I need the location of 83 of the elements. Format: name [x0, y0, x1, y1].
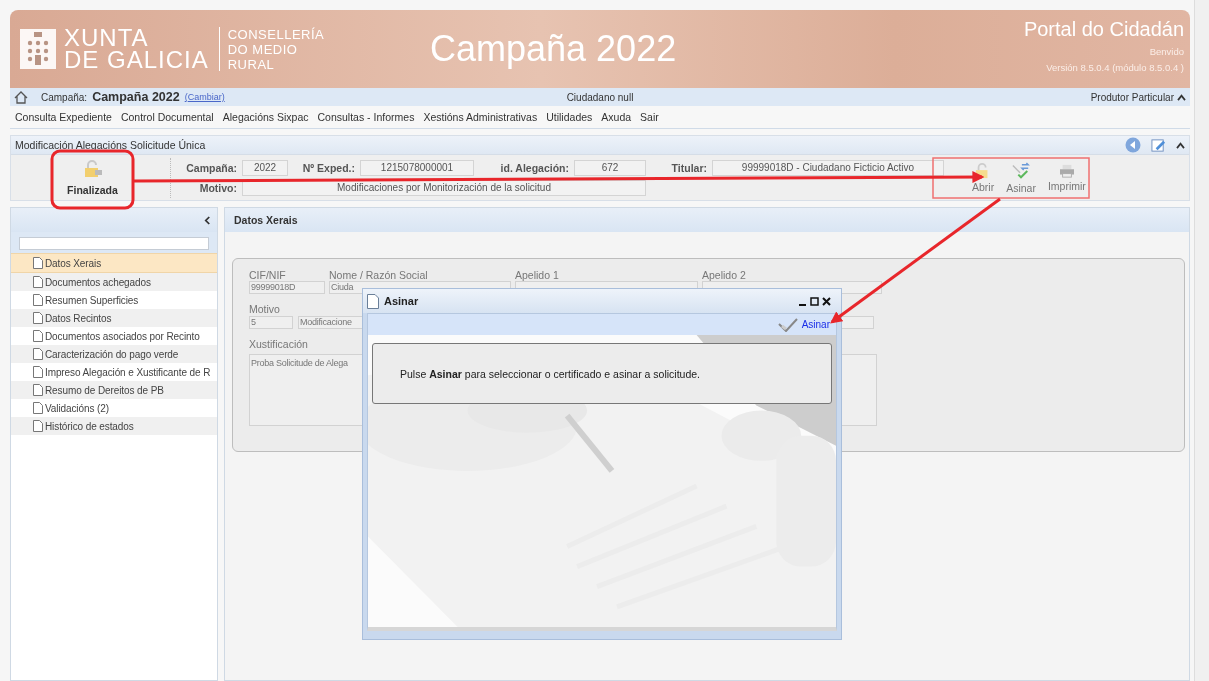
sidebar-item[interactable]: Resumen Superficies	[11, 291, 217, 309]
collapse-icon[interactable]	[204, 215, 211, 225]
maximize-icon[interactable]	[810, 296, 819, 306]
read-only-field: 99999018D - Ciudadano Ficticio Activo	[712, 159, 944, 176]
chevron-up-icon[interactable]	[1176, 141, 1185, 149]
sidebar-item[interactable]: Datos Xerais	[11, 253, 217, 273]
field-label: Motivo	[249, 303, 281, 315]
read-only-field: 1215078000001	[360, 159, 474, 176]
sidebar-item[interactable]: Documentos asociados por Recinto	[11, 327, 217, 345]
read-only-field: 672	[574, 159, 646, 176]
document-icon	[33, 330, 43, 342]
instruction-text: Pulse Asinar para seleccionar o certificado e asinar a solicitude.	[400, 367, 700, 380]
field-label: Apelido 2	[702, 269, 747, 281]
organization-name: XUNTA	[64, 27, 150, 49]
sidebar-item[interactable]: Resumo de Dereitos de PB	[11, 381, 217, 399]
department-name: DO MEDIO	[227, 41, 299, 57]
document-icon	[367, 293, 379, 309]
chevron-up-icon[interactable]	[1177, 93, 1186, 101]
version-text: Versión 8.5.0.4 (módulo 8.5.0.4 )	[1046, 62, 1184, 73]
department-name: CONSELLERÍA	[227, 26, 325, 42]
crest-icon	[20, 29, 56, 69]
change-link[interactable]: (Cambiar)	[184, 92, 225, 102]
field-label: Nome / Razón Social	[329, 269, 429, 281]
document-icon	[33, 348, 43, 360]
search-field[interactable]	[19, 237, 209, 250]
profile-name: Produtor Particular	[1090, 91, 1174, 103]
menu-item[interactable]: Xestións Administrativas	[423, 111, 538, 123]
menu-item[interactable]: Axuda	[601, 111, 632, 123]
signing-icon	[1011, 161, 1032, 180]
action-button[interactable]: Imprimir	[1045, 163, 1088, 192]
menu-item[interactable]: Consulta Expediente	[15, 111, 112, 123]
field-label: id. Alegación:	[499, 161, 569, 174]
campaign-value: Campaña 2022	[92, 90, 180, 104]
department-name: RURAL	[227, 56, 276, 72]
document-icon	[33, 384, 43, 396]
action-button[interactable]: Asinar	[1004, 161, 1038, 194]
sidebar-item[interactable]: Histórico de estados	[11, 417, 217, 435]
sidebar-item[interactable]: Impreso Alegación e Xustificante de R	[11, 363, 217, 381]
field-label: Motivo:	[198, 181, 237, 194]
sign-link[interactable]: Asinar	[801, 319, 830, 330]
sidebar-item[interactable]: Caracterización do pago verde	[11, 345, 217, 363]
portal-title: Portal do Cidadán	[1023, 18, 1184, 41]
action-button[interactable]: Abrir	[970, 162, 997, 193]
status-label: Finalizada	[67, 183, 118, 196]
document-icon	[33, 420, 43, 432]
scrollbar[interactable]	[1194, 0, 1209, 681]
home-icon[interactable]	[14, 90, 28, 104]
field-label: Xustificación	[249, 338, 309, 350]
document-icon	[33, 276, 43, 288]
panel-title: Modificación Alegacións Solicitude Única	[15, 139, 206, 151]
document-icon	[33, 294, 43, 306]
text-field[interactable]: 5	[249, 316, 293, 329]
sidebar-item[interactable]: Datos Recintos	[11, 309, 217, 327]
dialog-title: Asinar	[384, 295, 419, 307]
menu-item[interactable]: Sair	[640, 111, 659, 123]
sidebar-item[interactable]: Validacións (2)	[11, 399, 217, 417]
section-title: Datos Xerais	[234, 214, 298, 226]
document-icon	[33, 257, 43, 269]
document-icon	[33, 402, 43, 414]
read-only-field: 2022	[242, 159, 288, 176]
menu-item[interactable]: Control Documental	[120, 111, 214, 123]
organization-name: DE GALICIA	[64, 49, 209, 71]
close-icon[interactable]	[822, 296, 831, 306]
campaign-title: Campaña 2022	[430, 28, 677, 70]
field-label: CIF/NIF	[249, 269, 287, 281]
menu-item[interactable]: Utilidades	[546, 111, 593, 123]
document-icon	[33, 366, 43, 378]
field-label: Apelido 1	[515, 269, 560, 281]
user-name: Ciudadano null	[566, 91, 634, 103]
edit-icon[interactable]	[1151, 137, 1166, 153]
sidebar-item[interactable]: Documentos achegados	[11, 273, 217, 291]
menu-item[interactable]: Alegacións Sixpac	[222, 111, 309, 123]
text-field[interactable]: 99999018D	[249, 281, 325, 294]
printer-icon	[1058, 163, 1075, 178]
unlocked-padlock-icon	[82, 159, 103, 178]
field-label: Titular:	[670, 161, 707, 174]
field-label: Campaña:	[185, 161, 237, 174]
menu-item[interactable]: Consultas - Informes	[317, 111, 415, 123]
checkmark-icon	[777, 317, 798, 332]
campaign-label: Campaña:	[41, 91, 88, 103]
greeting: Benvido	[1149, 46, 1184, 57]
field-label: Nº Exped.:	[301, 161, 355, 174]
document-icon	[33, 312, 43, 324]
